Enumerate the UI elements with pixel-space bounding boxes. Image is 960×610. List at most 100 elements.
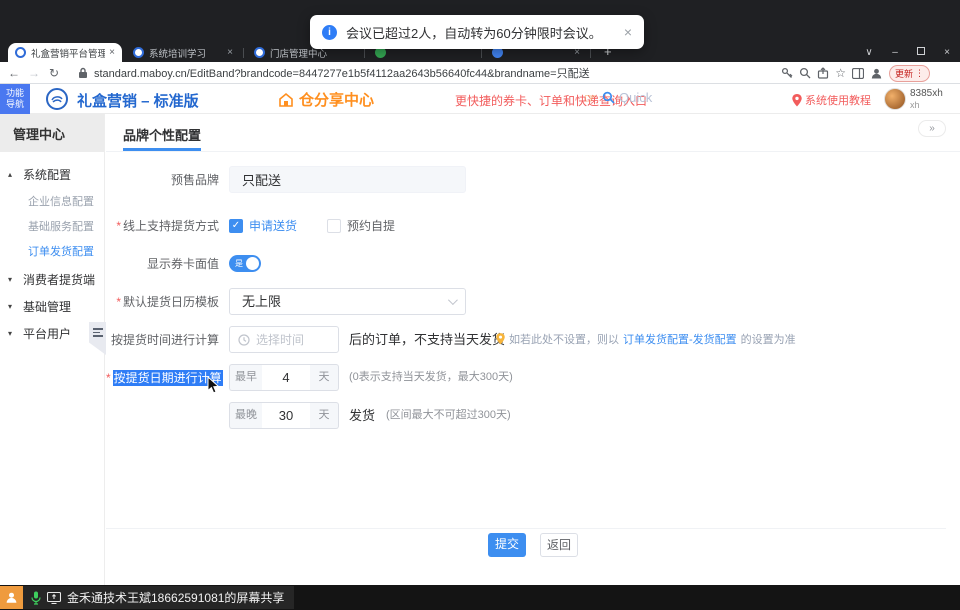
sidebar-item-basic-management[interactable]: ▾ 基础管理 [0,293,104,320]
checkbox-delivery-label[interactable]: 申请送货 [249,217,297,234]
share-icon[interactable] [817,67,829,79]
pickup-method-label: *线上支持提货方式 [106,217,219,234]
time-picker-input[interactable]: 选择时间 [229,326,339,353]
function-nav-button[interactable]: 功能 导航 [0,84,30,114]
sidebar-item-label: 订单发货配置 [28,243,94,259]
shipping-config-tip: 如若此处不设置，则以订单发货配置-发货配置的设置为准 [496,331,796,347]
form-row-presale: 预售品牌 [106,166,960,193]
presale-brand-input[interactable] [229,166,466,193]
ship-suffix: 发货 [349,402,375,429]
form-row-date-calc-latest: 最晚 天 发货 (区间最大不可超过300天) [106,402,960,429]
close-window-button[interactable]: × [934,47,960,58]
minimize-button[interactable]: – [882,47,908,58]
face-value-toggle-on[interactable]: 是 [229,255,261,272]
key-icon[interactable] [781,67,793,79]
username-sub: xh [910,100,943,110]
quick-search-icon [602,91,615,104]
tip-pin-icon [496,333,505,345]
maximize-button[interactable] [908,47,934,58]
lock-icon [78,67,88,79]
checkbox-selfpickup-unchecked[interactable] [327,219,341,233]
tab-divider [481,48,482,58]
nav-toggle-line2: 导航 [6,99,24,110]
sidebar-item-company-info[interactable]: 企业信息配置 [0,188,104,213]
required-marker: * [106,371,111,385]
earliest-hint: (0表示支持当天发货，最大300天) [349,364,513,391]
tutorial-link[interactable]: 系统使用教程 [792,92,871,108]
app-body: 管理中心 ▴ 系统配置 企业信息配置 基础服务配置 订单发货配置 ▾ 消费者提货… [0,114,960,585]
meeting-toast: i 会议已超过2人，自动转为60分钟限时会议。 × [310,15,644,49]
calendar-template-select[interactable]: 无上限 [229,288,466,315]
app-header: 功能 导航 礼盒营销 – 标准版 仓分享中心 更快捷的券卡、订单和快递查询入口 … [0,84,960,114]
earliest-input-group: 最早 天 [229,364,339,391]
browser-menu-chevron-icon[interactable]: ∨ [856,47,882,58]
collapse-panel-button[interactable]: » [918,120,946,137]
bookmark-star-icon[interactable]: ☆ [835,66,846,80]
chevron-down-icon [448,295,458,305]
zoom-icon[interactable] [799,67,811,79]
toggle-knob [246,257,259,270]
tab-favicon [15,47,26,58]
forward-icon[interactable]: → [24,66,44,80]
user-info: 8385xh xh [910,88,943,110]
side-panel-icon[interactable] [852,68,864,79]
browser-update-button[interactable]: 更新 ⋮ [889,65,930,82]
checkbox-delivery-checked[interactable]: ✓ [229,219,243,233]
calendar-selected-value: 无上限 [242,294,281,309]
latest-addon-label: 最晚 [229,402,262,429]
sidebar-item-label: 基础服务配置 [28,218,94,234]
toast-close-icon[interactable]: × [624,24,632,40]
quick-search[interactable]: Quick [602,90,652,105]
earliest-days-input[interactable] [262,364,310,391]
tip-link[interactable]: 订单发货配置-发货配置 [623,331,737,347]
caret-down-icon: ▾ [8,329,17,338]
checkbox-selfpickup-label[interactable]: 预约自提 [347,217,395,234]
hamburger-icon [93,328,103,337]
username: 8385xh [910,88,943,100]
required-marker: * [116,295,121,309]
latest-days-input[interactable] [262,402,310,429]
sidebar-item-label: 企业信息配置 [28,193,94,209]
user-avatar[interactable] [884,88,906,110]
form-row-pickup-method: *线上支持提货方式 ✓ 申请送货 预约自提 [106,212,960,239]
quick-label: Quick [619,90,652,105]
logo-swirl-icon [51,93,63,105]
time-calc-suffix: 后的订单，不支持当天发货 [349,326,505,353]
sidebar-item-consumer-pickup[interactable]: ▾ 消费者提货端 [0,266,104,293]
sidebar-item-label: 系统配置 [23,166,71,183]
tab-brand-config[interactable]: 品牌个性配置 [123,125,201,144]
sidebar-item-basic-service[interactable]: 基础服务配置 [0,213,104,238]
tab-close-icon[interactable]: × [109,47,115,58]
info-icon: i [322,25,337,40]
sidebar-item-system-config[interactable]: ▴ 系统配置 [0,161,104,188]
sidebar-collapse-handle[interactable] [89,322,106,355]
footer-divider [106,528,946,529]
tab-gift-admin[interactable]: 礼盒营销平台管理中心 × [8,43,122,62]
sidebar-item-label: 平台用户 [23,325,71,342]
latest-day-unit: 天 [310,402,339,429]
person-icon [5,591,18,604]
tab-training[interactable]: 系统培训学习 × [126,43,240,62]
content-tab-row: 品牌个性配置 » [106,114,960,152]
latest-hint: (区间最大不可超过300天) [386,402,511,429]
back-icon[interactable]: ← [4,66,24,80]
share-center-link[interactable]: 仓分享中心 [278,89,374,110]
submit-button[interactable]: 提交 [488,533,526,557]
address-bar-icons: ☆ 更新 ⋮ [781,62,930,84]
url-text[interactable]: standard.maboy.cn/EditBand?brandcode=844… [94,65,754,81]
reload-icon[interactable]: ↻ [44,66,64,80]
tab-title: 系统培训学习 [149,46,223,60]
tab-close-icon[interactable]: × [227,47,233,58]
profile-icon[interactable] [870,67,883,80]
tab-favicon [133,47,144,58]
sidebar-item-platform-users[interactable]: ▾ 平台用户 [0,320,104,347]
nav-toggle-line1: 功能 [6,88,24,99]
participant-icon-box[interactable] [0,586,23,609]
form-row-calendar: *默认提货日历模板 无上限 [106,288,960,315]
sidebar-item-order-shipping[interactable]: 订单发货配置 [0,238,104,263]
sidebar-menu: ▴ 系统配置 企业信息配置 基础服务配置 订单发货配置 ▾ 消费者提货端 ▾ 基… [0,152,104,347]
sidebar-item-label: 基础管理 [23,298,71,315]
date-calc-label: *按提货日期进行计算 [106,369,219,386]
form-row-face-value: 显示券卡面值 是 [106,250,960,277]
back-button[interactable]: 返回 [540,533,578,557]
